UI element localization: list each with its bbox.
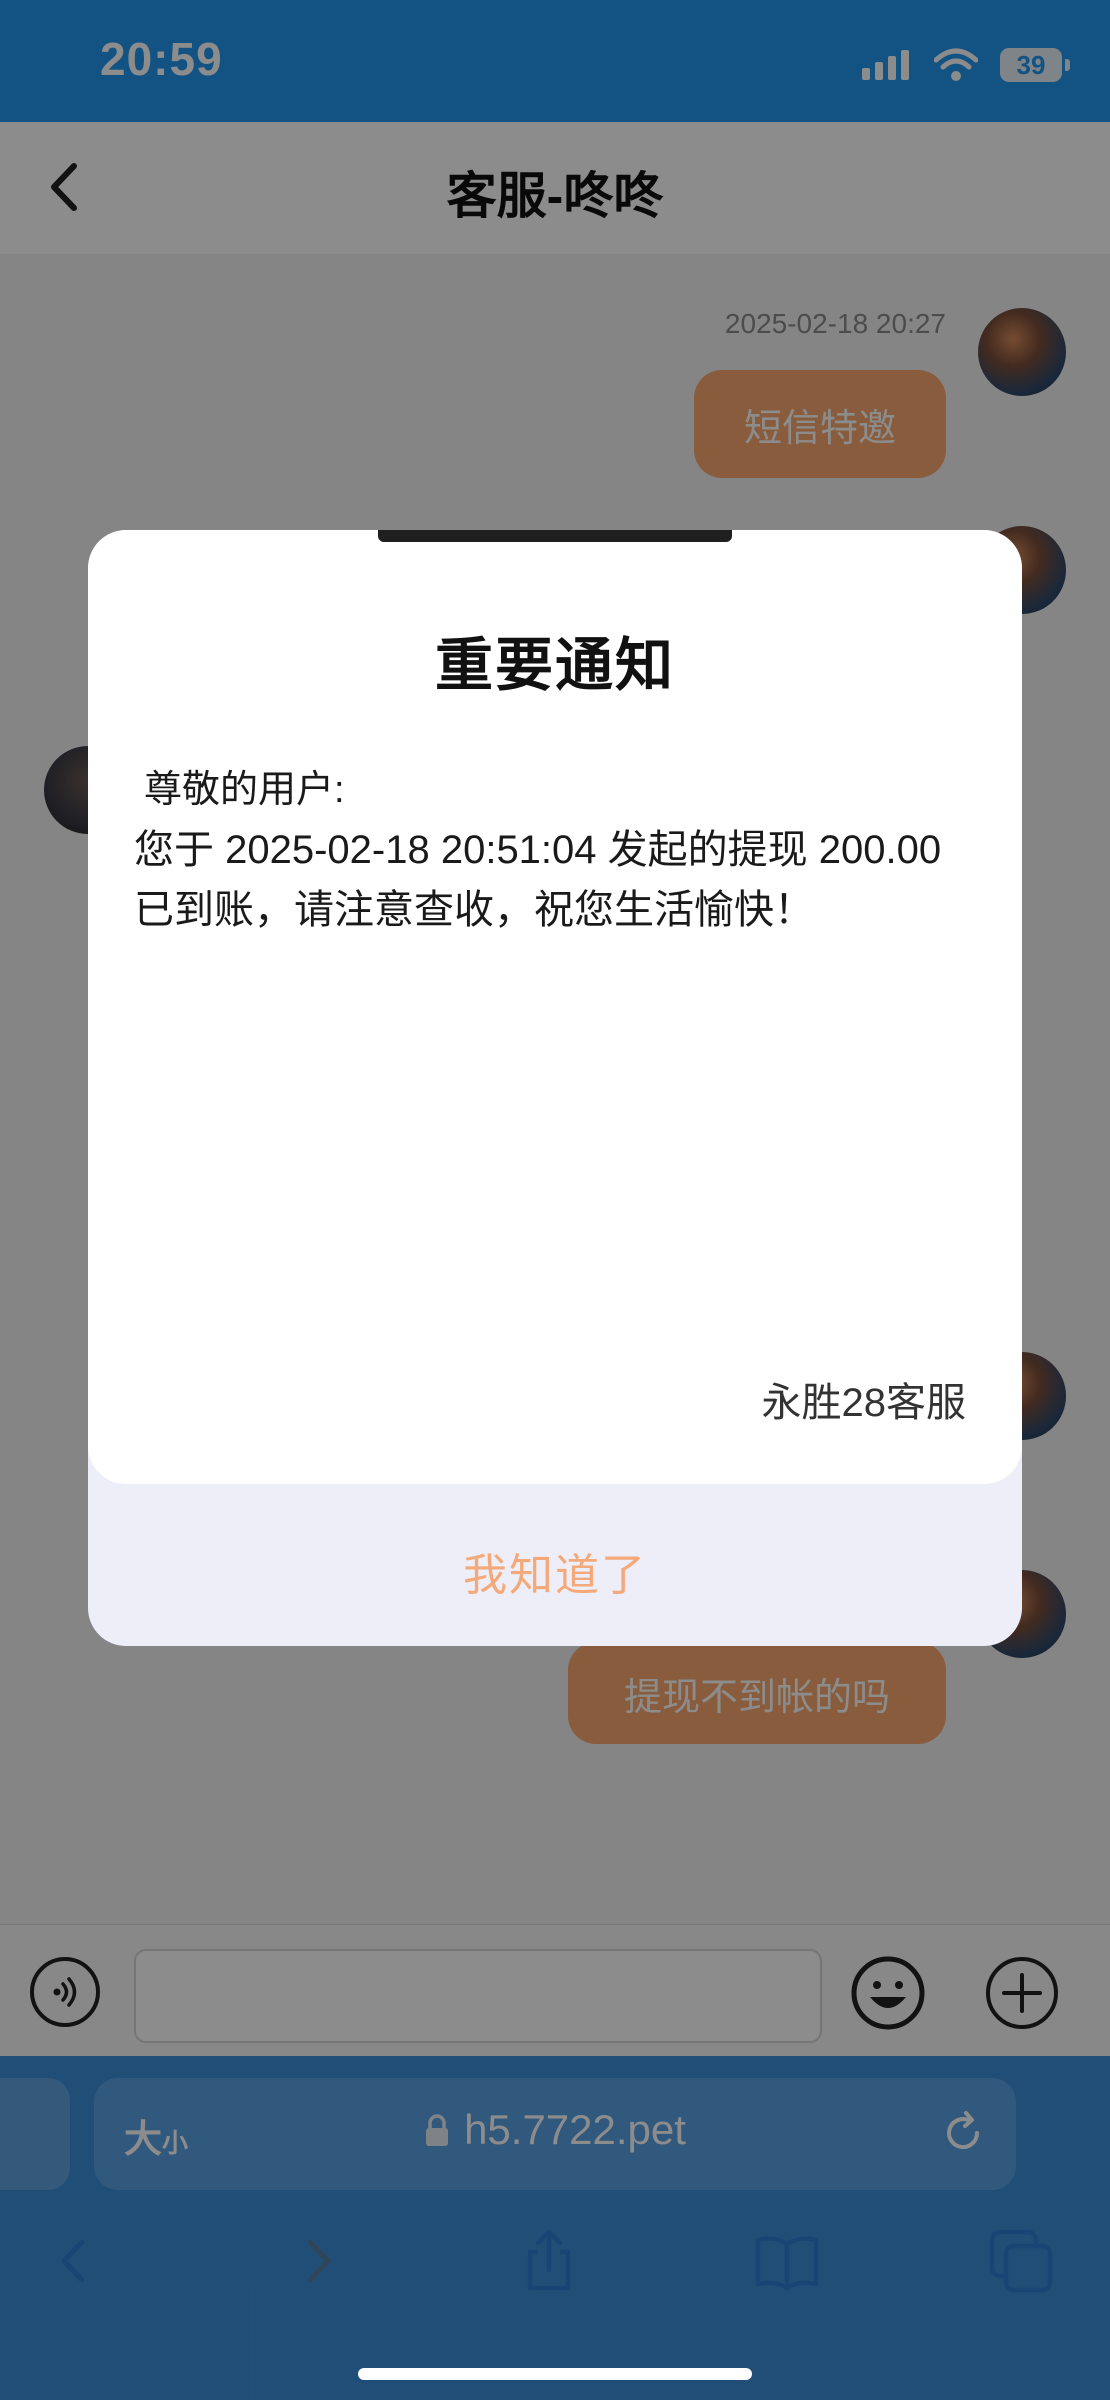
home-indicator[interactable]	[358, 2368, 752, 2380]
confirm-button[interactable]: 我知道了	[88, 1496, 1022, 1646]
dialog-message: 您于 2025-02-18 20:51:04 发起的提现 200.00 已到账，…	[134, 828, 942, 932]
dialog-title: 重要通知	[434, 633, 675, 698]
dialog-top-bar	[378, 530, 732, 542]
notice-dialog: 重要通知 尊敬的用户: 您于 2025-02-18 20:51:04 发起的提现…	[88, 530, 1022, 1646]
dialog-signature: 永胜28客服	[761, 1381, 967, 1425]
dialog-greeting: 尊敬的用户:	[144, 769, 345, 811]
dialog-content: 重要通知 尊敬的用户: 您于 2025-02-18 20:51:04 发起的提现…	[88, 530, 1022, 1484]
